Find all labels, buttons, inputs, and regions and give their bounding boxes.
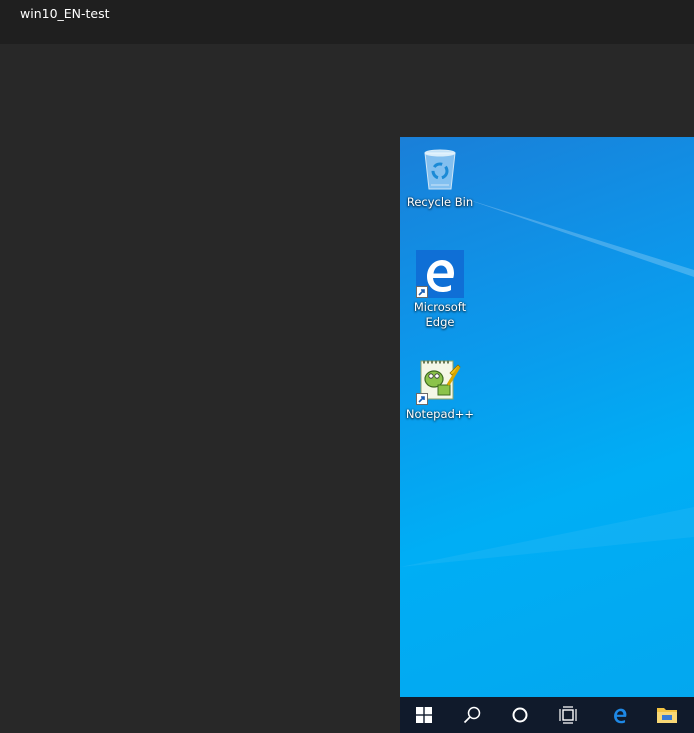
vm-desktop-screen[interactable]: Recycle Bin Microsoft Edge Notepad++: [400, 137, 694, 733]
recycle-bin-icon: [416, 145, 464, 193]
file-explorer-icon: [657, 708, 677, 723]
file-explorer-button[interactable]: [643, 697, 691, 733]
task-view-icon: [559, 706, 577, 724]
desktop-icon-recycle-bin[interactable]: Recycle Bin: [400, 145, 480, 210]
search-icon: [463, 706, 481, 724]
notepad-plus-plus-icon: [416, 357, 464, 405]
start-button[interactable]: [400, 697, 448, 733]
taskbar-edge-button[interactable]: [596, 697, 644, 733]
shortcut-arrow-icon: [416, 286, 428, 298]
desktop-icon-label: Microsoft Edge: [413, 300, 467, 329]
desktop-icon-notepad-plus-plus[interactable]: Notepad++: [400, 357, 480, 422]
shortcut-arrow-icon: [416, 393, 428, 405]
search-button[interactable]: [448, 697, 496, 733]
windows-start-icon: [416, 707, 432, 723]
task-view-button[interactable]: [544, 697, 592, 733]
taskbar: [400, 697, 694, 733]
viewer-titlebar: win10_EN-test: [0, 0, 694, 44]
edge-icon: [416, 250, 464, 298]
desktop-icon-label: Recycle Bin: [406, 195, 474, 209]
cortana-button[interactable]: [496, 697, 544, 733]
window-title: win10_EN-test: [20, 6, 110, 21]
cortana-icon: [512, 707, 528, 723]
edge-icon: [614, 708, 627, 724]
desktop-icon-microsoft-edge[interactable]: Microsoft Edge: [400, 250, 480, 330]
desktop-icon-label: Notepad++: [405, 407, 475, 421]
